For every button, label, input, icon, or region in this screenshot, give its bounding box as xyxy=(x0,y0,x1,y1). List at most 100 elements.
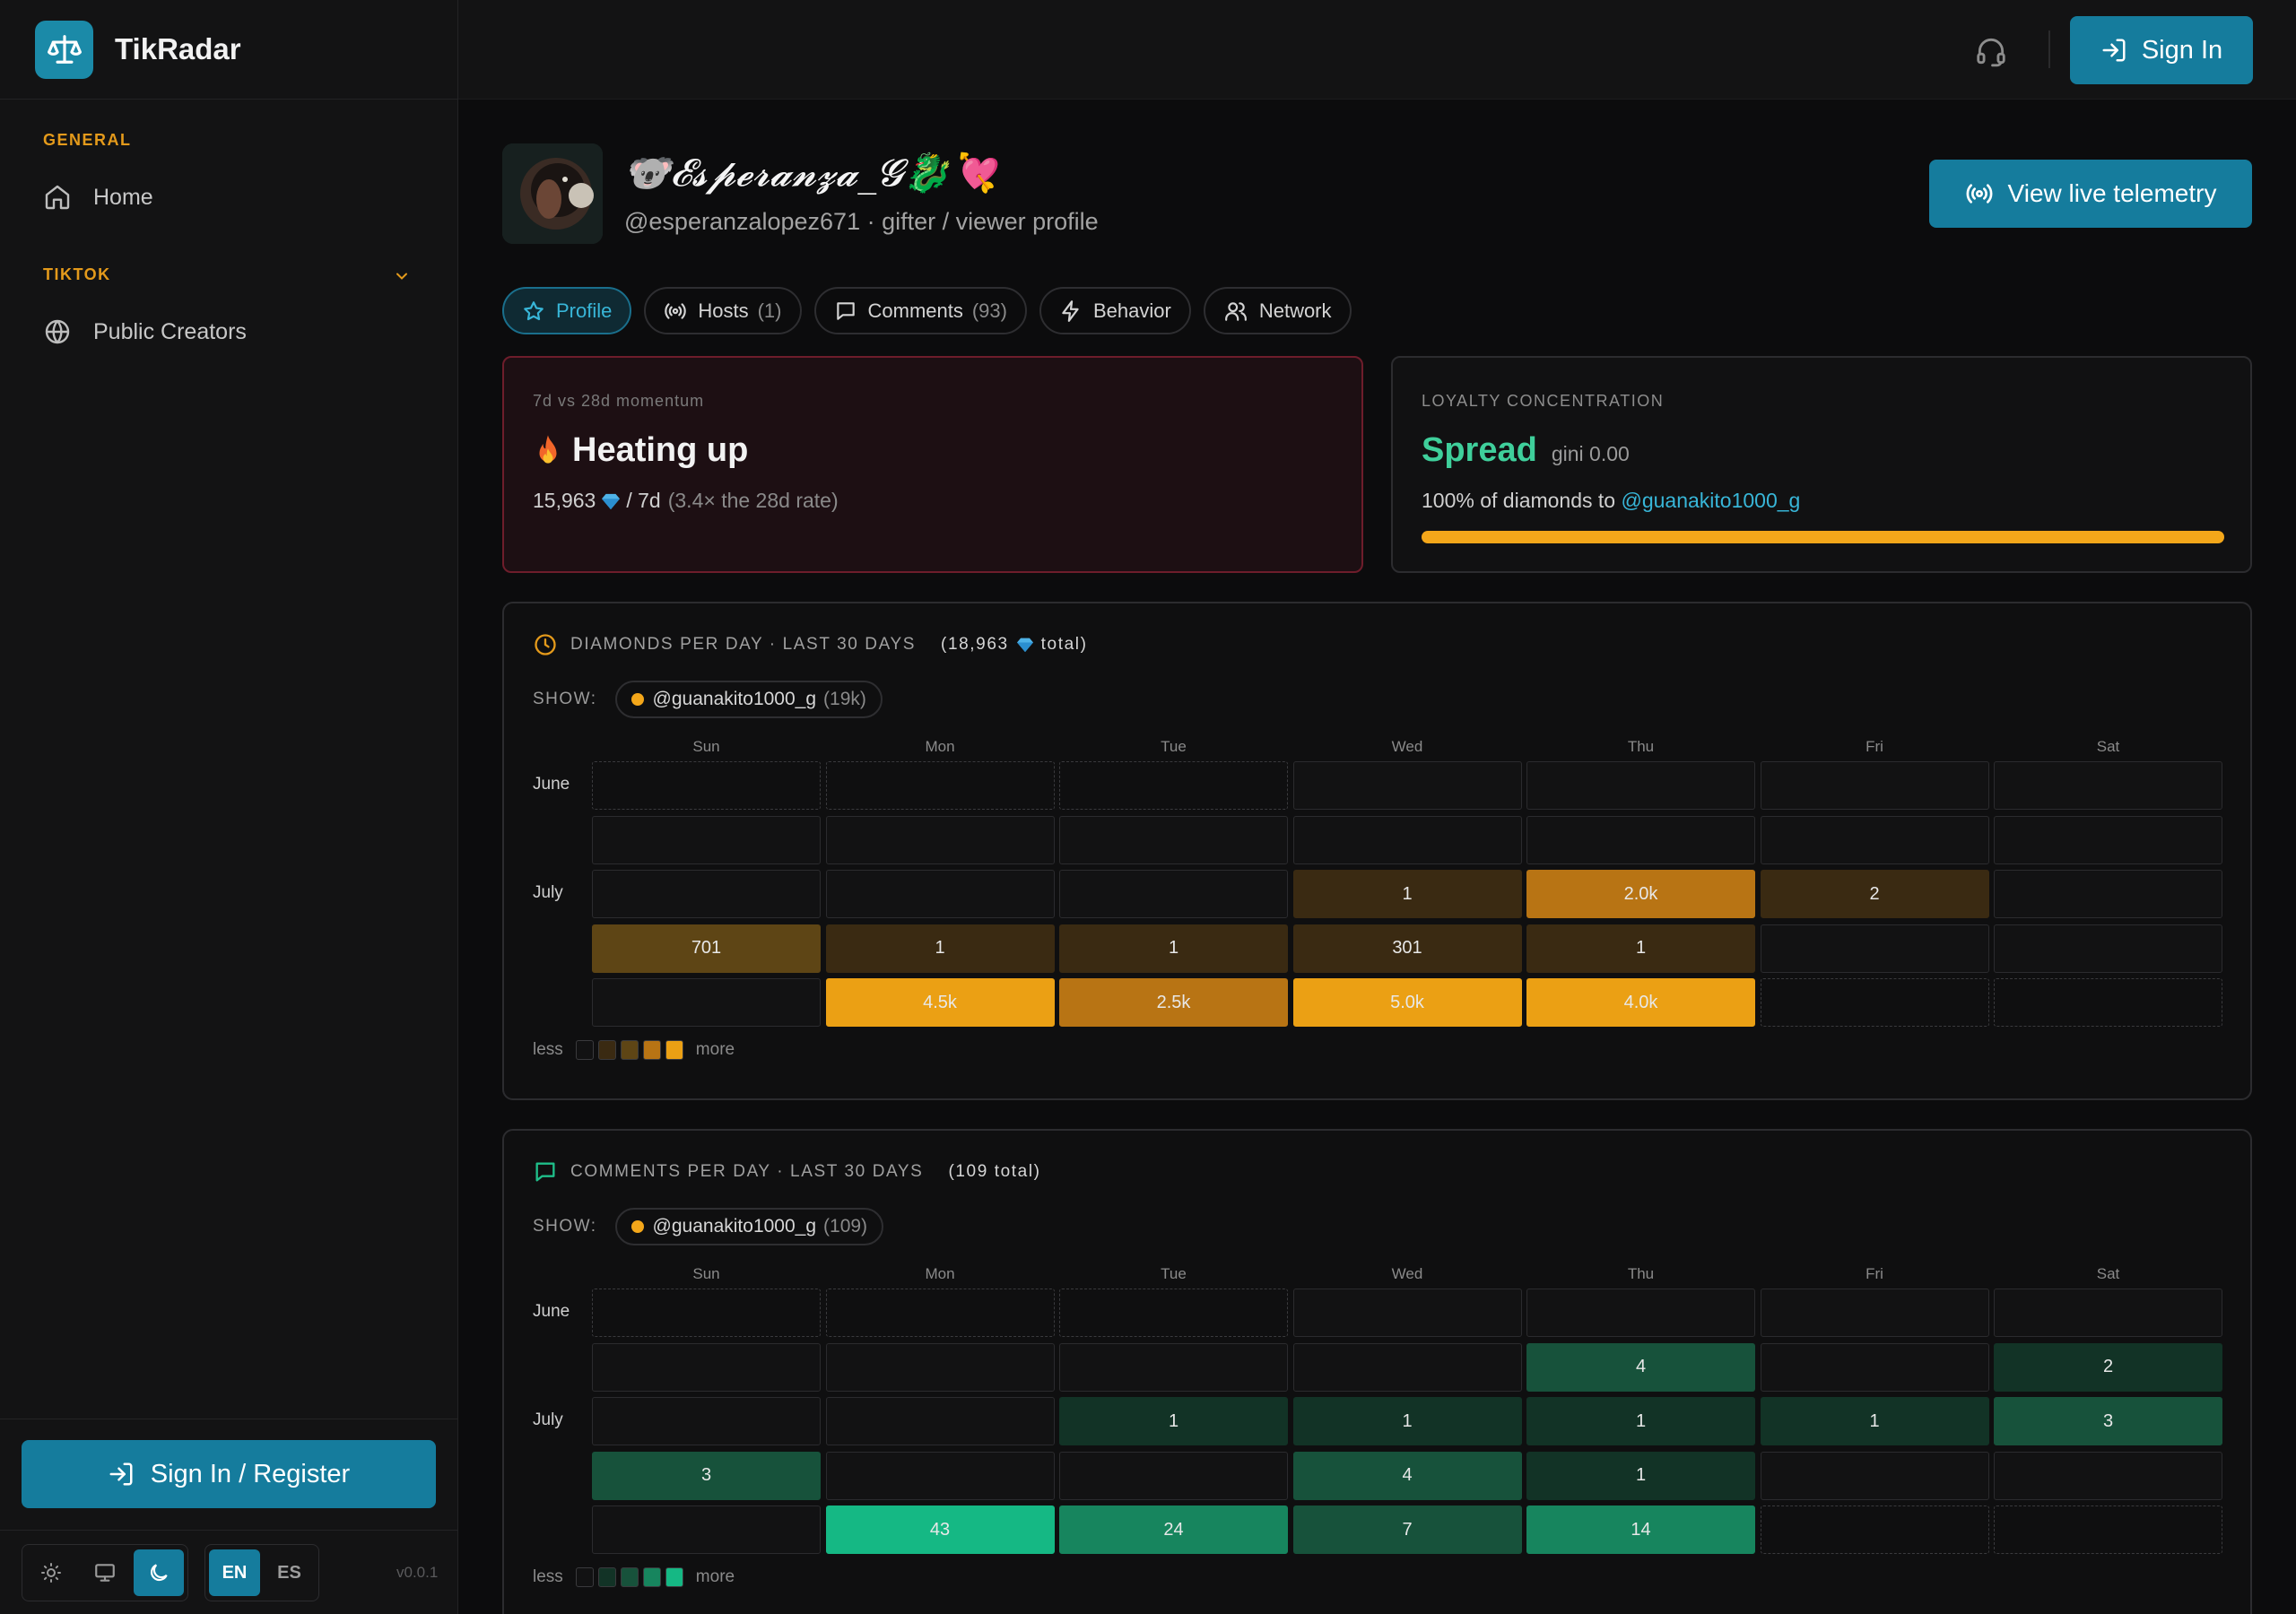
heatmap-cell[interactable] xyxy=(1526,1289,1755,1337)
nav-section-tiktok-toggle[interactable]: TIKTOK xyxy=(43,265,420,284)
tab-hosts[interactable]: Hosts (1) xyxy=(644,287,802,334)
heatmap-cell[interactable]: 43 xyxy=(825,1506,1055,1554)
heatmap-cell[interactable]: 4.0k xyxy=(1526,978,1755,1027)
heatmap-cell[interactable] xyxy=(825,1451,1055,1500)
heatmap-cell[interactable] xyxy=(1292,1289,1522,1337)
heatmap-cell[interactable] xyxy=(1760,761,1989,810)
legend-more: more xyxy=(695,1039,735,1059)
tab-behavior[interactable]: Behavior xyxy=(1039,287,1191,334)
heatmap-cell[interactable] xyxy=(1994,761,2222,810)
legend-swatch xyxy=(665,1566,683,1587)
heatmap-cell[interactable] xyxy=(1059,1342,1288,1392)
login-icon xyxy=(2102,39,2126,62)
heatmap-cell[interactable] xyxy=(592,1397,821,1445)
legend-swatch xyxy=(575,1566,594,1587)
heatmap-cell[interactable] xyxy=(1994,1289,2222,1337)
brand[interactable]: TikRadar xyxy=(0,0,457,100)
heatmap-cell[interactable] xyxy=(1292,761,1522,810)
heatmap-cell[interactable] xyxy=(1292,1342,1522,1392)
heatmap-cell[interactable]: 2 xyxy=(1994,1342,2222,1392)
heatmap-cell[interactable]: 1 xyxy=(1526,1451,1755,1500)
heatmap-cell[interactable]: 1 xyxy=(1526,924,1755,973)
support-button[interactable] xyxy=(1974,34,2008,73)
view-live-telemetry-button[interactable]: View live telemetry xyxy=(1929,160,2252,228)
heatmap-cell[interactable] xyxy=(1760,1289,1989,1337)
sign-in-register-button[interactable]: Sign In / Register xyxy=(22,1440,436,1508)
heatmap-cell[interactable] xyxy=(1994,924,2222,973)
panel-title: COMMENTS PER DAY · LAST 30 DAYS (109 tot… xyxy=(533,1159,1041,1184)
sign-in-label: Sign In xyxy=(2141,35,2223,65)
heatmap-cell[interactable] xyxy=(1526,761,1755,810)
theme-dark-button[interactable] xyxy=(134,1549,184,1596)
heatmap-cell[interactable]: 1 xyxy=(1292,1397,1522,1445)
heatmap-cell[interactable]: 3 xyxy=(592,1451,821,1500)
heatmap-cell[interactable]: 1 xyxy=(825,924,1055,973)
heatmap-cell[interactable] xyxy=(825,1342,1055,1392)
comment-icon xyxy=(535,1162,555,1182)
globe-icon xyxy=(45,319,70,344)
headset-icon xyxy=(1977,38,2005,67)
heatmap-cell[interactable]: 4 xyxy=(1292,1451,1522,1500)
heatmap-cell[interactable] xyxy=(592,978,821,1027)
heatmap-cell[interactable]: 2.0k xyxy=(1526,870,1755,918)
weekday-label: Mon xyxy=(925,738,955,755)
heatmap-cell[interactable]: 24 xyxy=(1059,1506,1288,1554)
language-en-button[interactable]: EN xyxy=(209,1549,260,1596)
heatmap-cell[interactable] xyxy=(825,1397,1055,1445)
tab-profile[interactable]: Profile xyxy=(502,287,632,334)
heatmap-cell[interactable]: 1 xyxy=(1760,1397,1989,1445)
heatmap-cell[interactable]: 4.5k xyxy=(825,978,1055,1027)
heatmap-cell[interactable] xyxy=(1059,815,1288,864)
heatmap-cell[interactable]: 7 xyxy=(1292,1506,1522,1554)
heatmap-cell[interactable] xyxy=(1059,1451,1288,1500)
total-prefix: (109 total) xyxy=(948,1162,1041,1181)
heatmap-cell[interactable]: 14 xyxy=(1526,1506,1755,1554)
tab-network[interactable]: Network xyxy=(1203,287,1352,334)
weekday-label: Tue xyxy=(1161,1265,1187,1282)
heatmap-cell[interactable] xyxy=(592,1342,821,1392)
tab-comments[interactable]: Comments (93) xyxy=(813,287,1027,334)
heatmap-cell[interactable] xyxy=(1526,815,1755,864)
heatmap-cell[interactable]: 5.0k xyxy=(1292,978,1522,1027)
heatmap-cell[interactable]: 301 xyxy=(1292,924,1522,973)
heatmap-cell[interactable] xyxy=(1760,924,1989,973)
bolt-icon xyxy=(1062,299,1079,322)
legend-swatch xyxy=(665,1039,683,1060)
language-es-button[interactable]: ES xyxy=(264,1549,315,1596)
heatmap-cell[interactable] xyxy=(1292,815,1522,864)
heatmap-cell[interactable]: 4 xyxy=(1526,1342,1755,1392)
monitor-icon xyxy=(95,1564,115,1582)
heatmap-cell[interactable] xyxy=(1760,1342,1989,1392)
heatmap-cell[interactable]: 1 xyxy=(1526,1397,1755,1445)
heatmap-cell[interactable] xyxy=(1994,870,2222,918)
scales-logo-icon xyxy=(35,20,93,79)
heatmap-cell[interactable]: 2 xyxy=(1760,870,1989,918)
heatmap-cell[interactable] xyxy=(825,870,1055,918)
heatmap-cell[interactable] xyxy=(592,1506,821,1554)
heatmap-cell[interactable] xyxy=(1760,1451,1989,1500)
diamonds-per-day-panel: DIAMONDS PER DAY · LAST 30 DAYS (18,963 … xyxy=(502,602,2252,1100)
sidebar-item-public-creators[interactable]: Public Creators xyxy=(43,317,247,346)
sign-in-button[interactable]: Sign In xyxy=(2070,16,2253,84)
series-toggle[interactable]: @guanakito1000_g (109) xyxy=(614,1208,884,1245)
legend-swatch xyxy=(642,1039,661,1060)
heatmap-cell[interactable] xyxy=(1994,1451,2222,1500)
heatmap-cell[interactable]: 2.5k xyxy=(1059,978,1288,1027)
heatmap-cell-empty xyxy=(1059,761,1288,810)
heatmap-cell[interactable]: 3 xyxy=(1994,1397,2222,1445)
heatmap-cell[interactable] xyxy=(1994,815,2222,864)
heatmap-cell[interactable]: 701 xyxy=(592,924,821,973)
heatmap-cell[interactable]: 1 xyxy=(1059,924,1288,973)
series-toggle[interactable]: @guanakito1000_g (19k) xyxy=(614,681,883,718)
heatmap-cell[interactable] xyxy=(825,815,1055,864)
heatmap-cell[interactable]: 1 xyxy=(1292,870,1522,918)
heatmap-cell[interactable]: 1 xyxy=(1059,1397,1288,1445)
sidebar-item-home[interactable]: Home xyxy=(43,183,153,212)
heatmap-cell[interactable] xyxy=(1760,815,1989,864)
theme-light-button[interactable] xyxy=(26,1549,76,1596)
heatmap-cell[interactable] xyxy=(592,815,821,864)
top-host-link[interactable]: @guanakito1000_g xyxy=(1621,489,1800,512)
theme-system-button[interactable] xyxy=(80,1549,130,1596)
heatmap-cell[interactable] xyxy=(592,870,821,918)
heatmap-cell[interactable] xyxy=(1059,870,1288,918)
